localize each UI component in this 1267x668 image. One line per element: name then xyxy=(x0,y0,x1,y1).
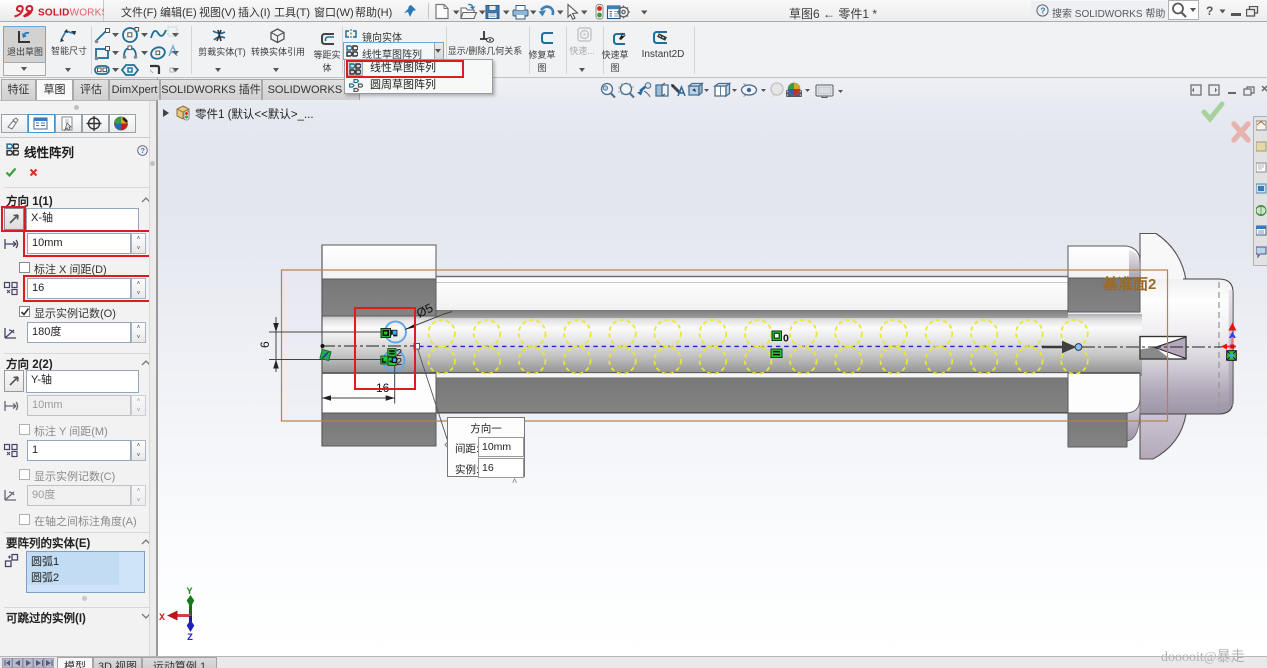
svg-text:X: X xyxy=(159,613,165,624)
svg-text:Y: Y xyxy=(187,587,193,598)
svg-text:基准面2: 基准面2 xyxy=(1102,275,1156,293)
svg-text:Z: Z xyxy=(187,633,193,644)
svg-text:2: 2 xyxy=(396,356,402,368)
svg-text:6: 6 xyxy=(258,341,272,348)
svg-text:0: 0 xyxy=(783,333,789,345)
